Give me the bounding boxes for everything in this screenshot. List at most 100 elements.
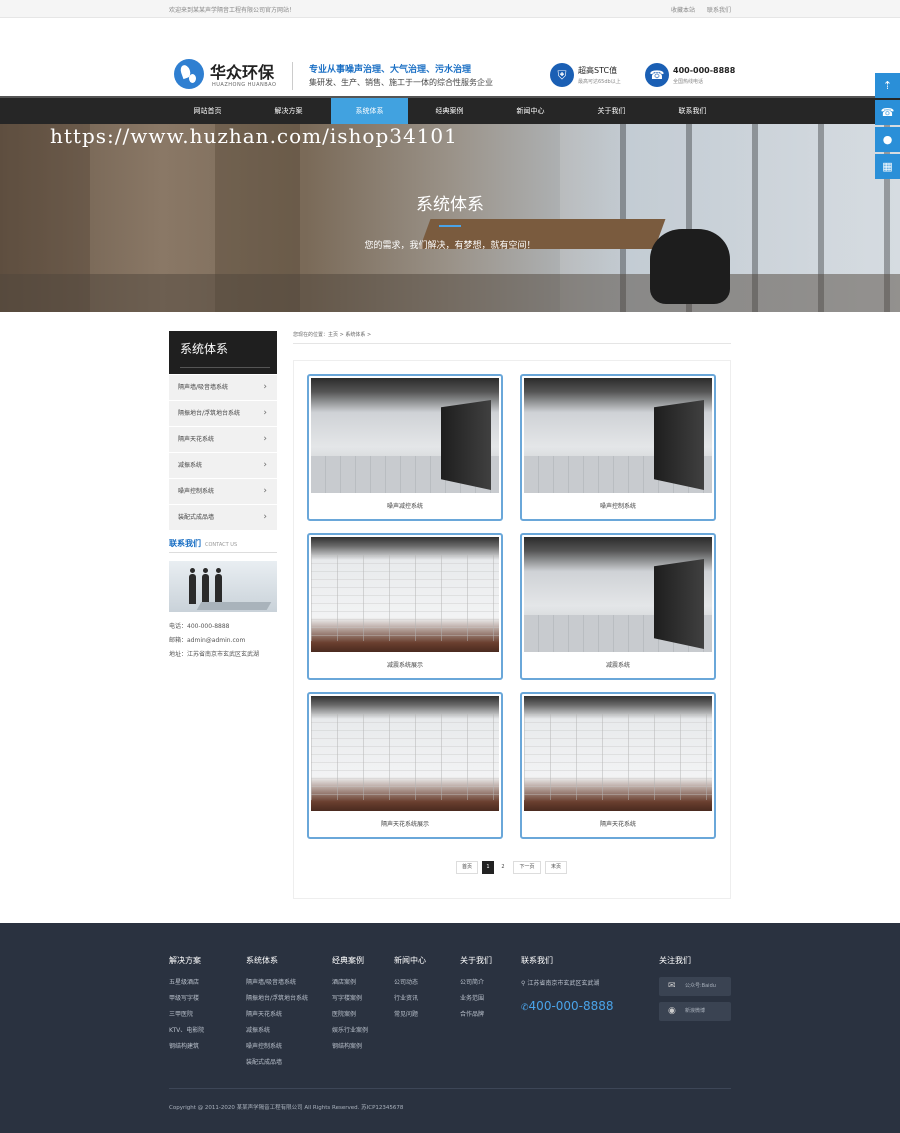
product-caption[interactable]: 噪声减控系统	[309, 501, 501, 510]
contact-link[interactable]: 联系我们	[707, 5, 731, 14]
sidebar-item[interactable]: 减振系统 ›	[169, 453, 277, 478]
page-last[interactable]: 末页	[545, 861, 567, 874]
contact-heading: 联系我们 CONTACT US	[169, 538, 237, 549]
page-2[interactable]: 2	[497, 861, 509, 874]
phone-icon: ☎	[645, 63, 669, 87]
product-card[interactable]: 噪声控制系统	[520, 374, 716, 521]
page-next[interactable]: 下一页	[513, 861, 541, 874]
footer-link[interactable]: 娱乐行业案例	[332, 1025, 368, 1041]
stc-subtitle: 最高可达65db以上	[578, 79, 621, 85]
chevron-right-icon: ›	[263, 512, 267, 522]
weibo-label: 新浪微博	[685, 1008, 706, 1014]
footer-heading: 关注我们	[659, 956, 691, 965]
product-image[interactable]	[311, 696, 499, 811]
footer-link[interactable]: 三甲医院	[169, 1009, 204, 1025]
footer-link[interactable]: 甲级写字楼	[169, 993, 204, 1009]
product-card[interactable]: 减震系统展示	[307, 533, 503, 680]
qrcode-icon[interactable]: ▦	[875, 154, 900, 179]
product-caption[interactable]: 隔声天花系统展示	[309, 819, 501, 828]
footer-link[interactable]: 常见问题	[394, 1009, 426, 1025]
footer-link[interactable]: 公司动态	[394, 977, 426, 993]
footer-link[interactable]: 装配式成品墙	[246, 1057, 308, 1073]
page-first[interactable]: 首页	[456, 861, 478, 874]
nav-solutions[interactable]: 解决方案	[250, 98, 327, 124]
sidebar-item[interactable]: 隔声墙/吸音墙系统 ›	[169, 375, 277, 400]
banner-title: 系统体系	[416, 195, 484, 215]
page-1[interactable]: 1	[482, 861, 494, 874]
product-image[interactable]	[524, 537, 712, 652]
header: 华众环保 HUAZHONG HUANBAO 专业从事噪声治理、大气治理、污水治理…	[0, 18, 900, 96]
footer-link[interactable]: KTV、电影院	[169, 1025, 204, 1041]
shield-icon: ⛨	[550, 63, 574, 87]
weibo-icon: ◉	[668, 1006, 676, 1016]
product-card[interactable]: 减震系统	[520, 533, 716, 680]
nav-cases[interactable]: 经典案例	[411, 98, 488, 124]
footer-link[interactable]: 噪声控制系统	[246, 1041, 308, 1057]
sidebar-item-label: 隔振地台/浮筑地台系统	[178, 410, 241, 417]
sidebar: 系统体系 隔声墙/吸音墙系统 › 隔振地台/浮筑地台系统 › 隔声天花系统 › 减振系…	[169, 331, 277, 530]
product-image[interactable]	[311, 537, 499, 652]
logo-name[interactable]: 华众环保	[210, 59, 274, 83]
breadcrumb[interactable]: 您现在的位置：主页 > 系统体系 >	[293, 331, 371, 338]
sidebar-item[interactable]: 噪声控制系统 ›	[169, 479, 277, 504]
footer-link[interactable]: 钢结构案例	[332, 1041, 368, 1057]
product-caption[interactable]: 噪声控制系统	[522, 501, 714, 510]
footer-link[interactable]: 酒店案例	[332, 977, 368, 993]
footer-phone[interactable]: ✆400-000-8888	[521, 999, 614, 1013]
sidebar-item-label: 装配式成品墙	[178, 514, 215, 521]
wechat-button[interactable]: ✉ 公众号:Baidu	[659, 977, 731, 996]
nav-home[interactable]: 网站首页	[169, 98, 246, 124]
product-image[interactable]	[524, 378, 712, 493]
footer-link[interactable]: 隔声天花系统	[246, 1009, 308, 1025]
product-card[interactable]: 噪声减控系统	[307, 374, 503, 521]
product-image[interactable]	[311, 378, 499, 493]
chevron-right-icon: ›	[263, 434, 267, 444]
nav-news[interactable]: 新闻中心	[492, 98, 569, 124]
header-slogan: 专业从事噪声治理、大气治理、污水治理	[309, 65, 472, 75]
product-image[interactable]	[524, 696, 712, 811]
phone-icon: ✆	[521, 1003, 529, 1013]
chat-icon[interactable]: ●	[875, 127, 900, 152]
weibo-button[interactable]: ◉ 新浪微博	[659, 1002, 731, 1021]
footer-link[interactable]: 写字楼案例	[332, 993, 368, 1009]
bookmark-link[interactable]: 收藏本站	[671, 5, 695, 14]
sidebar-item[interactable]: 隔振地台/浮筑地台系统 ›	[169, 401, 277, 426]
footer-col-follow: 关注我们	[659, 955, 691, 977]
nav-systems[interactable]: 系统体系	[331, 98, 408, 124]
contact-english: CONTACT US	[205, 542, 238, 548]
footer-heading: 联系我们	[521, 956, 553, 965]
footer-link[interactable]: 五星级酒店	[169, 977, 204, 993]
footer-link[interactable]: 隔声墙/吸音墙系统	[246, 977, 308, 993]
footer-link[interactable]: 业务范围	[460, 993, 492, 1009]
logo-english: HUAZHONG HUANBAO	[212, 82, 277, 88]
header-tagline: 集研发、生产、销售、施工于一体的综合性服务企业	[309, 78, 493, 87]
footer-heading: 经典案例	[332, 956, 364, 965]
contact-email: 邮箱：admin@admin.com	[169, 637, 246, 644]
product-caption[interactable]: 隔声天花系统	[522, 819, 714, 828]
nav-about[interactable]: 关于我们	[573, 98, 650, 124]
product-caption[interactable]: 减震系统展示	[309, 660, 501, 669]
floating-toolbar: ⇡ ☎ ● ▦	[875, 73, 900, 181]
footer-link[interactable]: 行业资讯	[394, 993, 426, 1009]
product-caption[interactable]: 减震系统	[522, 660, 714, 669]
phone-icon[interactable]: ☎	[875, 100, 900, 125]
back-to-top-icon[interactable]: ⇡	[875, 73, 900, 98]
sidebar-title: 系统体系	[169, 331, 277, 374]
stc-title: 超高STC值	[578, 66, 618, 75]
product-card[interactable]: 隔声天花系统展示	[307, 692, 503, 839]
footer-link[interactable]: 公司简介	[460, 977, 492, 993]
footer-link[interactable]: 医院案例	[332, 1009, 368, 1025]
footer-link[interactable]: 合作品牌	[460, 1009, 492, 1025]
sidebar-item[interactable]: 装配式成品墙 ›	[169, 505, 277, 530]
nav-contact[interactable]: 联系我们	[654, 98, 731, 124]
product-card[interactable]: 隔声天花系统	[520, 692, 716, 839]
sidebar-item[interactable]: 隔声天花系统 ›	[169, 427, 277, 452]
footer-col-systems: 系统体系 隔声墙/吸音墙系统 隔振地台/浮筑地台系统 隔声天花系统 减振系统 噪…	[246, 955, 308, 1073]
footer-col-cases: 经典案例 酒店案例 写字楼案例 医院案例 娱乐行业案例 钢结构案例	[332, 955, 368, 1057]
footer-link[interactable]: 钢结构建筑	[169, 1041, 204, 1057]
copyright: Copyright @ 2011-2020 某某声学隔音工程有限公司 All R…	[169, 1105, 404, 1111]
footer-link[interactable]: 隔振地台/浮筑地台系统	[246, 993, 308, 1009]
logo-icon[interactable]	[174, 59, 204, 89]
footer-divider	[169, 1088, 731, 1089]
footer-link[interactable]: 减振系统	[246, 1025, 308, 1041]
